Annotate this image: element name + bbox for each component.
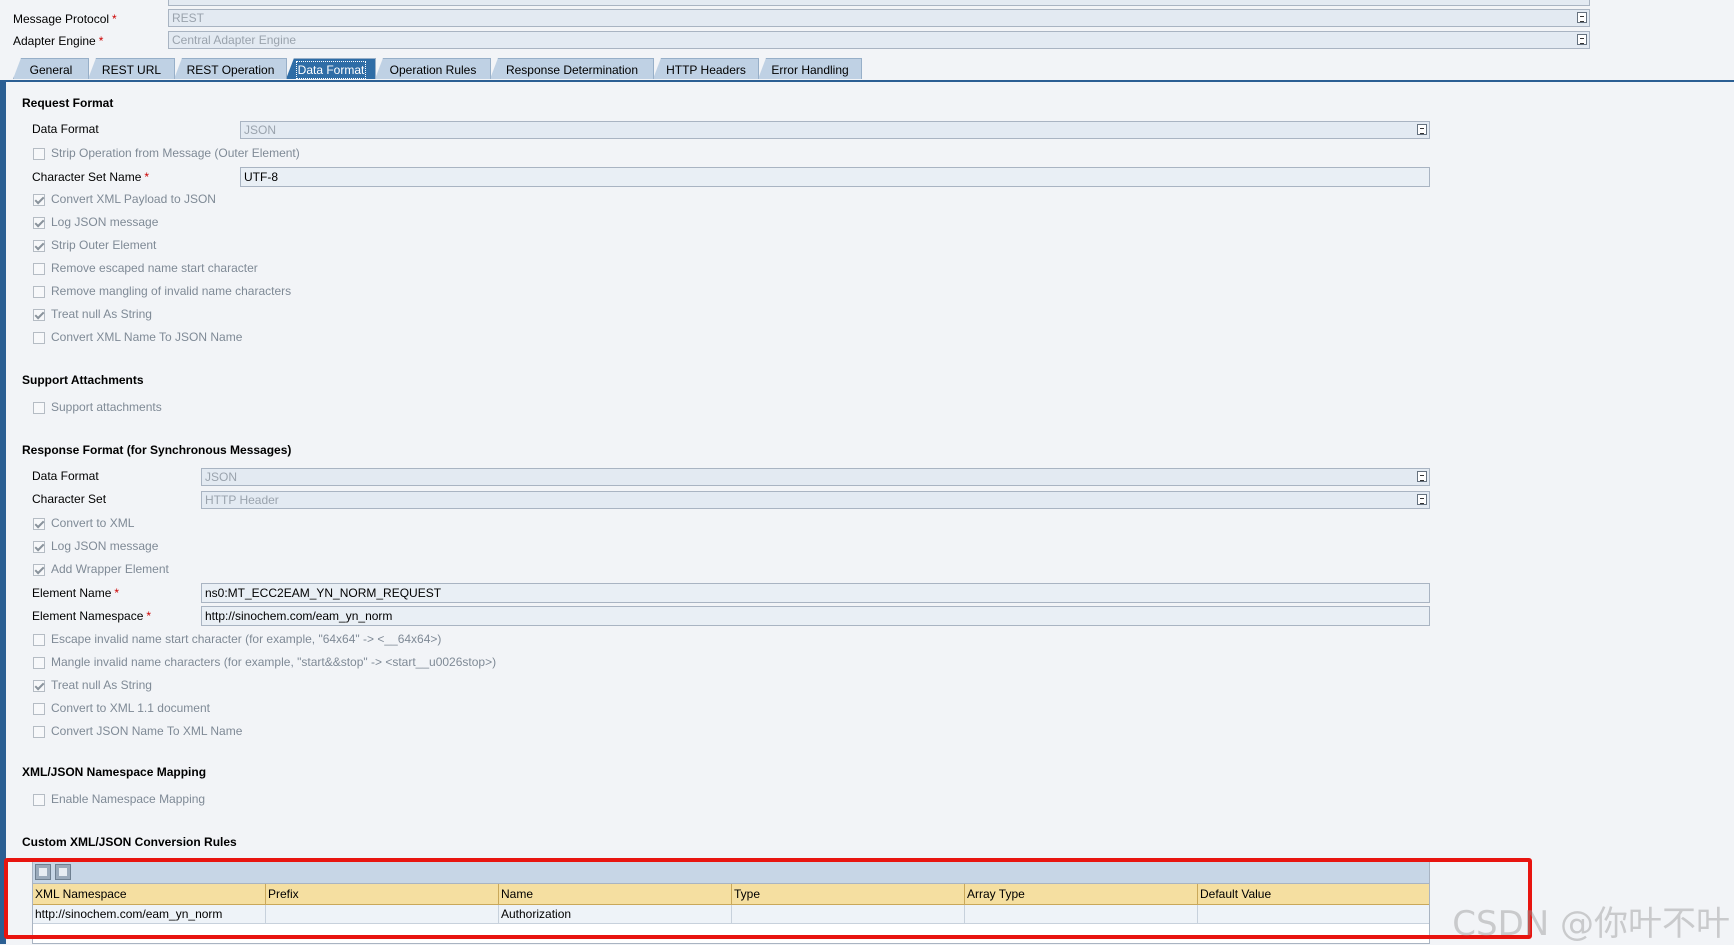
response-log-json-label: Log JSON message (51, 539, 159, 553)
convert-json-name-checkbox[interactable] (33, 726, 45, 738)
enable-namespace-mapping-checkbox[interactable] (33, 794, 45, 806)
element-namespace-label: Element Namespace * (32, 609, 152, 623)
dropdown-icon[interactable] (1417, 124, 1427, 135)
convert-xml-name-checkbox[interactable] (33, 332, 45, 344)
tab-operation-rules[interactable]: Operation Rules (375, 58, 491, 79)
request-data-format-label: Data Format (32, 122, 99, 136)
request-format-title: Request Format (22, 96, 114, 110)
tab-rest-url[interactable]: REST URL (88, 58, 175, 79)
mangle-invalid-checkbox[interactable] (33, 657, 45, 669)
convert-to-xml-checkbox[interactable] (33, 518, 45, 530)
strip-operation-checkbox[interactable] (33, 148, 45, 160)
response-format-title: Response Format (for Synchronous Message… (22, 443, 292, 457)
convert-xml-name-label: Convert XML Name To JSON Name (51, 330, 243, 344)
element-name-label: Element Name * (32, 586, 120, 600)
remove-escaped-label: Remove escaped name start character (51, 261, 258, 275)
tab-data-format[interactable]: Data Format (286, 58, 376, 79)
tab-error-handling[interactable]: Error Handling (758, 58, 862, 79)
tab-bar: General REST URL REST Operation Data For… (0, 58, 1734, 80)
dropdown-icon[interactable] (1577, 34, 1587, 45)
dropdown-icon[interactable] (1577, 12, 1587, 23)
add-wrapper-element-checkbox[interactable] (33, 564, 45, 576)
convert-xml-payload-checkbox[interactable] (33, 194, 45, 206)
remove-mangling-checkbox[interactable] (33, 286, 45, 298)
convert-xml-payload-label: Convert XML Payload to JSON (51, 192, 216, 206)
request-log-json-checkbox[interactable] (33, 217, 45, 229)
response-data-format-label: Data Format (32, 469, 99, 483)
mangle-invalid-label: Mangle invalid name characters (for exam… (51, 655, 497, 669)
convert-xml11-label: Convert to XML 1.1 document (51, 701, 210, 715)
tab-underline (0, 80, 1734, 82)
request-charset-label: Character Set Name * (32, 170, 150, 184)
cutoff-field (168, 0, 1590, 6)
left-border (0, 82, 6, 944)
response-log-json-checkbox[interactable] (33, 541, 45, 553)
tab-response-determination[interactable]: Response Determination (490, 58, 654, 79)
convert-xml11-checkbox[interactable] (33, 703, 45, 715)
response-treat-null-checkbox[interactable] (33, 680, 45, 692)
namespace-mapping-title: XML/JSON Namespace Mapping (22, 765, 207, 779)
add-wrapper-element-label: Add Wrapper Element (51, 562, 169, 576)
message-protocol-label: Message Protocol * (13, 12, 117, 26)
red-highlight-box (4, 858, 1532, 939)
element-namespace-field[interactable]: http://sinochem.com/eam_yn_norm (201, 606, 1430, 626)
request-treat-null-checkbox[interactable] (33, 309, 45, 321)
response-charset-label: Character Set (32, 492, 107, 506)
tab-rest-operation[interactable]: REST Operation (174, 58, 287, 79)
dropdown-icon[interactable] (1417, 494, 1427, 505)
convert-to-xml-label: Convert to XML (51, 516, 135, 530)
request-treat-null-label: Treat null As String (51, 307, 152, 321)
escape-invalid-checkbox[interactable] (33, 634, 45, 646)
response-data-format-field[interactable]: JSON (201, 468, 1430, 486)
watermark: CSDN @你叶不叶 (1452, 904, 1730, 944)
tab-http-headers[interactable]: HTTP Headers (653, 58, 759, 79)
support-attachments-checkbox[interactable] (33, 402, 45, 414)
remove-mangling-label: Remove mangling of invalid name characte… (51, 284, 292, 298)
strip-outer-element-label: Strip Outer Element (51, 238, 157, 252)
response-treat-null-label: Treat null As String (51, 678, 152, 692)
enable-namespace-mapping-label: Enable Namespace Mapping (51, 792, 206, 806)
escape-invalid-label: Escape invalid name start character (for… (51, 632, 442, 646)
element-name-field[interactable]: ns0:MT_ECC2EAM_YN_NORM_REQUEST (201, 583, 1430, 603)
strip-outer-element-checkbox[interactable] (33, 240, 45, 252)
adapter-engine-label: Adapter Engine * (13, 34, 104, 48)
tab-general[interactable]: General (13, 58, 89, 79)
convert-json-name-label: Convert JSON Name To XML Name (51, 724, 243, 738)
support-attachments-title: Support Attachments (22, 373, 144, 387)
dropdown-icon[interactable] (1417, 471, 1427, 482)
strip-operation-label: Strip Operation from Message (Outer Elem… (51, 146, 300, 160)
request-charset-field[interactable]: UTF-8 (240, 167, 1430, 187)
request-data-format-field[interactable]: JSON (240, 121, 1430, 139)
response-charset-field[interactable]: HTTP Header (201, 491, 1430, 509)
adapter-engine-field[interactable]: Central Adapter Engine (168, 31, 1590, 49)
request-log-json-label: Log JSON message (51, 215, 159, 229)
custom-rules-title: Custom XML/JSON Conversion Rules (22, 835, 237, 849)
remove-escaped-checkbox[interactable] (33, 263, 45, 275)
support-attachments-label: Support attachments (51, 400, 162, 414)
message-protocol-field[interactable]: REST (168, 9, 1590, 27)
